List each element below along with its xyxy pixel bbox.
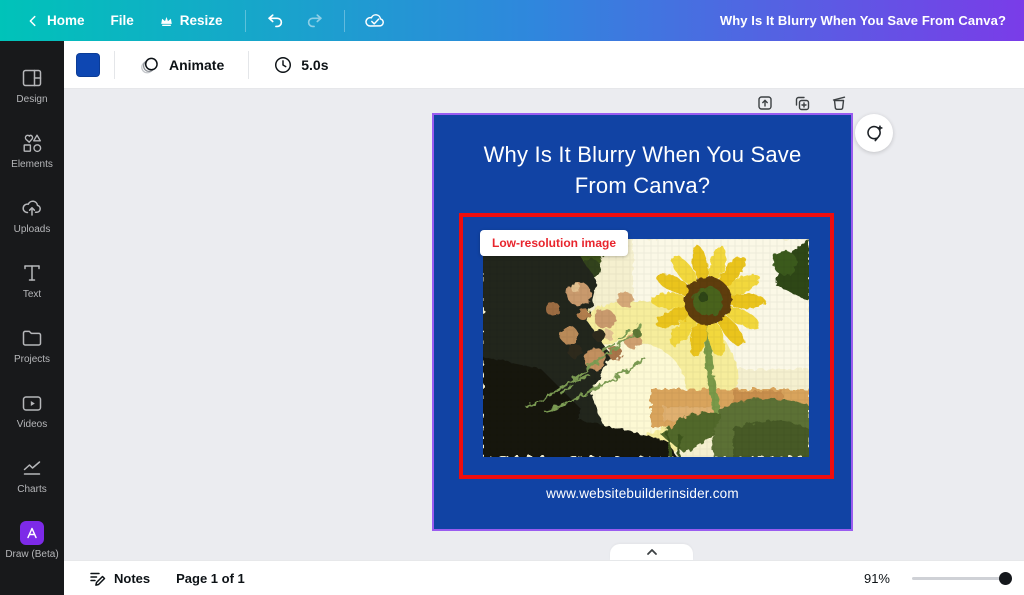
sidebar-item-label: Design [16, 95, 47, 105]
videos-icon [20, 391, 44, 415]
comment-plus-icon [863, 122, 885, 144]
toolbar-divider [114, 51, 115, 79]
charts-icon [20, 456, 44, 480]
home-label: Home [47, 13, 85, 28]
sidebar-item-design[interactable]: Design [0, 53, 64, 118]
notes-label: Notes [114, 571, 150, 586]
sidebar-item-label: Draw (Beta) [5, 550, 58, 560]
collapse-panel-tab[interactable] [610, 544, 693, 560]
projects-icon [20, 326, 44, 350]
sidebar-item-elements[interactable]: Elements [0, 118, 64, 183]
sidebar-item-videos[interactable]: Videos [0, 378, 64, 443]
bottom-bar: Notes Page 1 of 1 91% [64, 560, 1024, 595]
animate-label: Animate [169, 57, 224, 73]
redo-button[interactable] [296, 5, 334, 37]
add-comment-button[interactable] [855, 114, 893, 152]
page-indicator[interactable]: Page 1 of 1 [168, 566, 253, 591]
page-color-swatch[interactable] [76, 53, 100, 77]
text-icon [20, 261, 44, 285]
uploads-icon [20, 196, 44, 220]
design-icon [20, 66, 44, 90]
duplicate-page-button[interactable] [791, 92, 813, 114]
design-title[interactable]: Why Is It Blurry When You Save From Canv… [434, 139, 851, 201]
crown-icon [160, 15, 173, 27]
zoom-slider-track[interactable] [912, 577, 1012, 580]
sidebar-item-projects[interactable]: Projects [0, 313, 64, 378]
delete-page-icon [830, 94, 848, 112]
cloud-check-icon [364, 11, 386, 31]
undo-icon [265, 11, 285, 31]
resize-button[interactable]: Resize [148, 7, 235, 34]
delete-page-button[interactable] [828, 92, 850, 114]
toolbar-divider [248, 51, 249, 79]
animate-button[interactable]: Animate [129, 47, 234, 83]
redo-icon [305, 11, 325, 31]
zoom-level: 91% [864, 571, 890, 586]
undo-button[interactable] [256, 5, 294, 37]
editor-toolbar: Animate 5.0s [64, 41, 1024, 89]
chevron-up-icon [645, 547, 659, 557]
sidebar: Design Elements Uploads Text Projects Vi… [0, 41, 64, 595]
animate-icon [139, 54, 161, 76]
sidebar-item-label: Text [23, 290, 41, 300]
duplicate-page-icon [793, 94, 811, 112]
notes-button[interactable]: Notes [80, 564, 158, 592]
file-label: File [111, 13, 134, 28]
sidebar-item-draw[interactable]: Draw (Beta) [0, 508, 64, 573]
low-resolution-badge[interactable]: Low-resolution image [480, 230, 628, 256]
clock-icon [273, 55, 293, 75]
draw-icon [20, 521, 44, 545]
back-home-button[interactable]: Home [14, 7, 97, 34]
top-bar: Home File Resize Why Is It Blurry When Y… [0, 0, 1024, 41]
duration-label: 5.0s [301, 57, 328, 73]
sidebar-item-label: Uploads [14, 225, 51, 235]
sidebar-item-charts[interactable]: Charts [0, 443, 64, 508]
design-footer-url[interactable]: www.websitebuilderinsider.com [434, 486, 851, 501]
sidebar-item-label: Charts [17, 485, 46, 495]
cloud-save-button[interactable] [355, 5, 395, 37]
elements-icon [20, 131, 44, 155]
topbar-divider [245, 10, 246, 32]
zoom-slider[interactable] [912, 571, 1012, 585]
move-page-up-icon [756, 94, 774, 112]
sidebar-item-uploads[interactable]: Uploads [0, 183, 64, 248]
topbar-divider [344, 10, 345, 32]
canva-editor: Home File Resize Why Is It Blurry When Y… [0, 0, 1024, 595]
notes-icon [88, 569, 106, 587]
resize-label: Resize [180, 13, 223, 28]
sidebar-item-label: Projects [14, 355, 50, 365]
sidebar-item-label: Elements [11, 160, 53, 170]
design-page[interactable]: Why Is It Blurry When You Save From Canv… [432, 113, 853, 531]
document-title[interactable]: Why Is It Blurry When You Save From Canv… [720, 0, 1006, 41]
sunflower-illustration [483, 239, 809, 457]
duration-button[interactable]: 5.0s [263, 48, 338, 82]
sidebar-item-label: Videos [17, 420, 47, 430]
sunflower-image[interactable] [483, 239, 809, 457]
chevron-left-icon [26, 14, 40, 28]
zoom-slider-knob[interactable] [999, 572, 1012, 585]
file-menu-button[interactable]: File [99, 7, 146, 34]
sidebar-item-text[interactable]: Text [0, 248, 64, 313]
page-controls [754, 92, 850, 114]
move-page-up-button[interactable] [754, 92, 776, 114]
